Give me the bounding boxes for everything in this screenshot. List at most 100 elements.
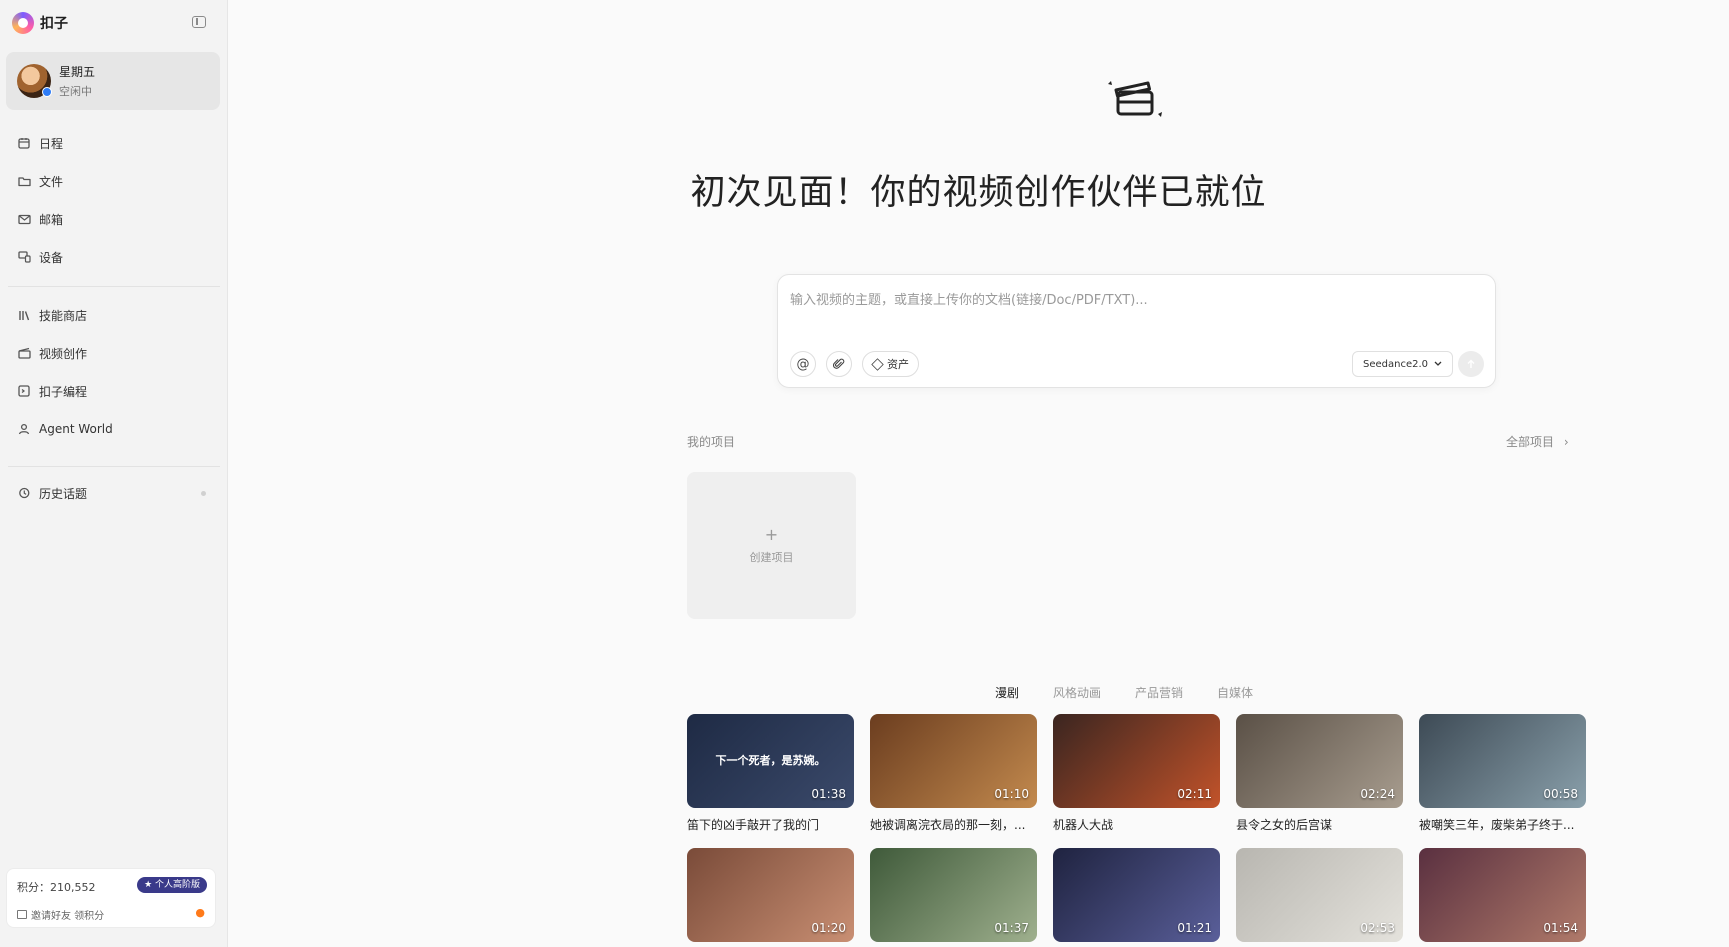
template-thumbnail: 02:24 (1236, 714, 1403, 808)
clapper-icon (17, 346, 31, 360)
user-status: 空闲中 (59, 85, 92, 98)
video-duration: 01:37 (994, 921, 1029, 935)
video-duration: 02:11 (1177, 787, 1212, 801)
paperclip-icon (833, 358, 845, 369)
template-thumbnail: 01:20 (687, 848, 854, 942)
code-icon (17, 384, 31, 398)
template-thumbnail: 01:37 (870, 848, 1037, 942)
attach-button[interactable] (826, 351, 852, 377)
prompt-input[interactable] (788, 285, 1482, 315)
thumbnail-caption: 下一个死者，是苏婉。 (715, 754, 826, 767)
template-card[interactable]: 下一个死者，是苏婉。 01:38 笛下的凶手敲开了我的门 (687, 714, 854, 833)
template-card[interactable]: 01:20 (687, 848, 854, 942)
create-project-label: 创建项目 (749, 550, 794, 564)
template-thumbnail: 01:54 (1419, 848, 1586, 942)
sidebar-item-skill-store[interactable]: 技能商店 (0, 296, 228, 334)
sidebar-item-schedule[interactable]: 日程 (0, 124, 228, 162)
device-icon (17, 250, 31, 264)
sidebar-item-label: 日程 (39, 136, 64, 151)
template-title: 笛下的凶手敲开了我的门 (687, 818, 820, 832)
chevron-down-icon (1434, 361, 1442, 366)
chevron-right-icon: › (1563, 435, 1569, 449)
template-card[interactable]: 02:24 县令之女的后宫谋 (1236, 714, 1403, 833)
template-thumbnail: 02:11 (1053, 714, 1220, 808)
nav-divider (8, 286, 220, 287)
calendar-icon (17, 136, 31, 150)
at-icon: @ (796, 356, 810, 372)
sidebar-item-label: Agent World (39, 422, 113, 436)
plan-badge[interactable]: ★ 个人高阶版 (137, 877, 207, 893)
template-card[interactable]: 01:37 (870, 848, 1037, 942)
prompt-box: @ 资产 Seedance2.0 (777, 274, 1496, 388)
tab-product-marketing[interactable]: 产品营销 (1135, 684, 1183, 701)
page-headline: 初次见面！你的视频创作伙伴已就位 (690, 173, 1267, 213)
nav-group-secondary: 技能商店 视频创作 扣子编程 Agent World (0, 296, 228, 448)
tab-style-animation[interactable]: 风格动画 (1053, 684, 1101, 701)
sidebar-item-label: 技能商店 (39, 308, 88, 323)
sidebar-item-label: 视频创作 (39, 346, 88, 361)
template-card[interactable]: 01:54 (1419, 848, 1586, 942)
brand[interactable]: 扣子 (12, 12, 68, 34)
template-card[interactable]: 02:53 (1236, 848, 1403, 942)
user-name: 星期五 (59, 65, 96, 79)
video-duration: 01:10 (994, 787, 1029, 801)
video-duration: 01:20 (811, 921, 846, 935)
history-expand-indicator (201, 490, 206, 496)
person-icon (17, 422, 31, 436)
create-project-card[interactable]: + 创建项目 (687, 472, 856, 619)
sidebar-item-video-creation[interactable]: 视频创作 (0, 334, 228, 372)
library-icon (17, 308, 31, 322)
history-icon (17, 486, 31, 500)
template-thumbnail: 00:58 (1419, 714, 1586, 808)
sidebar: 扣子 星期五 空闲中 日程 文件 邮箱 设备 技能商店 视频创作 扣子编程 Ag… (0, 0, 228, 947)
template-thumbnail: 02:53 (1236, 848, 1403, 942)
tab-comic-drama[interactable]: 漫剧 (995, 684, 1019, 701)
video-duration: 01:21 (1177, 921, 1212, 935)
sidebar-item-label: 历史话题 (39, 486, 88, 501)
invite-link[interactable]: 邀请好友 领积分 (17, 907, 104, 922)
video-duration: 01:54 (1543, 921, 1578, 935)
clapperboard-icon (1108, 81, 1162, 117)
invite-label: 邀请好友 领积分 (31, 911, 105, 922)
all-projects-label: 全部项目 (1506, 435, 1555, 449)
template-card[interactable]: 00:58 被嘲笑三年，废柴弟子终于... (1419, 714, 1586, 833)
sidebar-item-history[interactable]: 历史话题 (0, 474, 228, 512)
points-balance: 积分：210,552 (17, 881, 96, 894)
arrow-up-icon (1467, 359, 1475, 368)
template-card[interactable]: 02:11 机器人大战 (1053, 714, 1220, 833)
avatar (17, 64, 52, 98)
nav-divider (8, 466, 220, 467)
my-projects-title: 我的项目 (687, 435, 736, 449)
sidebar-item-coze-coding[interactable]: 扣子编程 (0, 372, 228, 410)
nav-group-history: 历史话题 (0, 474, 228, 512)
assets-label: 资产 (887, 358, 909, 371)
sidebar-item-devices[interactable]: 设备 (0, 238, 228, 276)
cube-icon (871, 357, 884, 371)
plus-icon: + (764, 524, 779, 544)
sidebar-item-label: 设备 (39, 250, 64, 265)
points-card: 积分：210,552 ★ 个人高阶版 邀请好友 领积分 ● (6, 868, 216, 928)
template-title: 机器人大战 (1053, 818, 1114, 832)
template-thumbnail: 下一个死者，是苏婉。 01:38 (687, 714, 854, 808)
template-title: 县令之女的后宫谋 (1236, 818, 1333, 832)
send-button[interactable] (1458, 351, 1484, 377)
app-logo-icon (12, 12, 34, 34)
template-title: 被嘲笑三年，废柴弟子终于... (1419, 818, 1575, 832)
assets-button[interactable]: 资产 (862, 351, 919, 377)
model-select[interactable]: Seedance2.0 (1352, 351, 1454, 377)
tab-self-media[interactable]: 自媒体 (1217, 684, 1253, 701)
mention-button[interactable]: @ (790, 351, 816, 377)
all-projects-link[interactable]: 全部项目 › (1506, 433, 1569, 450)
sidebar-collapse-icon[interactable] (192, 16, 206, 28)
template-card[interactable]: 01:21 (1053, 848, 1220, 942)
fire-icon: ● (195, 906, 205, 919)
video-duration: 02:53 (1360, 921, 1395, 935)
video-duration: 01:38 (811, 787, 846, 801)
online-status-dot (42, 87, 52, 97)
user-card[interactable]: 星期五 空闲中 (6, 52, 220, 110)
video-duration: 00:58 (1543, 787, 1578, 801)
sidebar-item-label: 扣子编程 (39, 384, 88, 399)
sidebar-item-agent-world[interactable]: Agent World (0, 410, 228, 448)
video-duration: 02:24 (1360, 787, 1395, 801)
template-card[interactable]: 01:10 她被调离浣衣局的那一刻，... (870, 714, 1037, 833)
